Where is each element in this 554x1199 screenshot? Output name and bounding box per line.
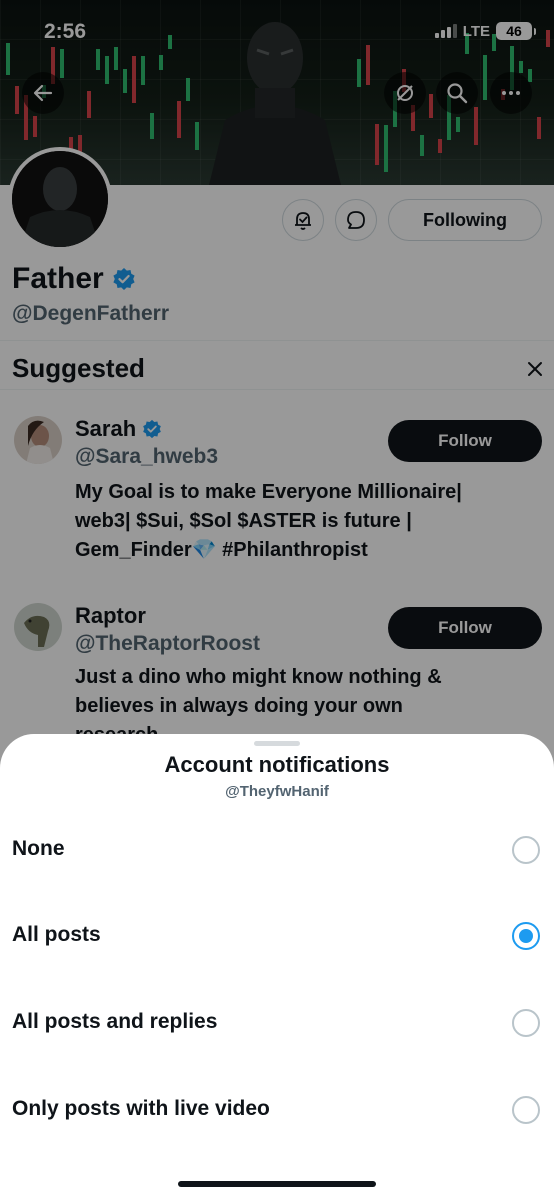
radio-button[interactable]	[512, 1096, 540, 1124]
sheet-subtitle: @TheyfwHanif	[225, 783, 329, 800]
sheet-grabber[interactable]	[254, 741, 300, 746]
radio-button[interactable]	[512, 836, 540, 864]
option-only-live-video[interactable]: Only posts with live video	[0, 1080, 554, 1140]
option-none[interactable]: None	[0, 820, 554, 880]
option-label: Only posts with live video	[12, 1097, 270, 1120]
option-label: None	[12, 837, 65, 860]
option-all-posts[interactable]: All posts	[0, 906, 554, 966]
account-notifications-sheet: Account notifications @TheyfwHanif None …	[0, 734, 554, 1199]
radio-button[interactable]	[512, 1009, 540, 1037]
home-indicator	[178, 1181, 376, 1187]
option-all-posts-and-replies[interactable]: All posts and replies	[0, 993, 554, 1053]
sheet-title: Account notifications	[164, 752, 390, 777]
option-label: All posts and replies	[12, 1010, 218, 1033]
option-label: All posts	[12, 923, 101, 946]
radio-button[interactable]	[512, 922, 540, 950]
